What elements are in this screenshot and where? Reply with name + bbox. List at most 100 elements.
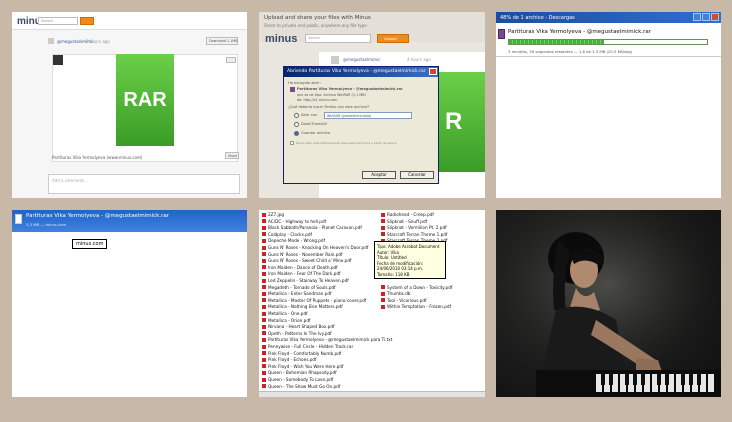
file-list-item[interactable]: Nirvana - Heart Shaped Box.pdf	[262, 324, 334, 329]
file-list-item[interactable]: Queen - Bohemian Rhapsody.pdf	[262, 370, 337, 375]
file-list-item[interactable]: Queen - Somebody To Love.pdf	[262, 377, 333, 382]
file-list-item[interactable]: Starcraft Terran Theme 1.pdf	[381, 232, 447, 237]
prev-arrow-icon[interactable]	[53, 55, 63, 65]
file-list-item[interactable]: Led Zeppelin - Stairway To Heaven.pdf	[262, 278, 349, 283]
pdf-file-icon	[262, 384, 266, 389]
save-file-radio[interactable]	[294, 131, 299, 136]
file-list-item[interactable]: Metallica - Nothing Else Matters.pdf	[262, 304, 343, 309]
file-list-item[interactable]: Iron Maiden - Fear Of The Dark.pdf	[262, 271, 340, 276]
pdf-file-icon	[262, 271, 266, 276]
downloaded-item[interactable]: Partituras Vika Yermolyeva - @megustaelm…	[12, 210, 247, 232]
pdf-file-icon	[262, 304, 266, 309]
pdf-file-icon	[262, 331, 266, 336]
comment-input[interactable]: Add a comment...	[48, 174, 240, 194]
file-list-item-label: Radiohead - Creep.pdf	[387, 212, 434, 217]
file-list-item[interactable]: Tool - Vicarious.pdf	[381, 298, 427, 303]
file-list-item[interactable]: Partituras Vika Yermolyeva - @megustaelm…	[262, 337, 392, 342]
pdf-file-icon	[262, 219, 266, 224]
download-button[interactable]: Download 1.1MB	[206, 37, 238, 45]
timestamp: 4 hours ago	[407, 57, 431, 62]
accept-button[interactable]: Aceptar	[362, 171, 396, 179]
open-with-radio[interactable]	[294, 113, 299, 118]
file-list-item[interactable]: Black Sabbath/Paranoia - Planet Caravan.…	[262, 225, 362, 230]
download-status: 3 minutos, 50 segundos restantes — 1,6 d…	[508, 49, 633, 54]
file-list-item[interactable]: Opeth - Patterns In The Ivy.pdf	[262, 331, 332, 336]
file-list-item[interactable]: Guns N' Roses - Sweet Child o' Mine.pdf	[262, 258, 351, 263]
cancel-button[interactable]: Cancelar	[400, 171, 434, 179]
file-list-item[interactable]: Metallica - One.pdf	[262, 311, 308, 316]
download-complete-window: Partituras Vika Yermolyeva - @megustaelm…	[12, 210, 247, 397]
file-list-item[interactable]: Coldplay - Clocks.pdf	[262, 232, 312, 237]
close-icon[interactable]	[711, 13, 719, 21]
file-list-item-label: Guns N' Roses - November Rain.pdf	[268, 251, 343, 257]
file-list-item-label: Tool - Vicarious.pdf	[387, 297, 427, 303]
file-list-item[interactable]: AC/DC - Highway to hell.pdf	[262, 219, 326, 224]
search-input[interactable]: Search	[305, 34, 371, 43]
file-list-item-label: Opeth - Patterns In The Ivy.pdf	[268, 330, 332, 336]
username[interactable]: @megustaelmimic	[343, 57, 380, 62]
file-list-item[interactable]: 2Z7.jpg	[262, 212, 284, 217]
file-list-item[interactable]: Metallica - Orion.pdf	[262, 318, 310, 323]
file-open-dialog: Abriendo Partituras Vika Yermolyeva - @m…	[283, 66, 439, 184]
file-list-item[interactable]: Depeche Mode - Wrong.pdf	[262, 238, 325, 243]
remember-checkbox[interactable]	[290, 141, 294, 145]
file-list-item[interactable]: Pink Floyd - Echoes.pdf	[262, 357, 317, 362]
file-name[interactable]: Partituras Vika Yermolyeva (www.minus.co…	[52, 155, 142, 160]
upload-button[interactable]: Upload	[377, 34, 409, 43]
file-list-item-label: Pink Floyd - Comfortably Numb.pdf	[268, 350, 342, 356]
file-list-item[interactable]: Pennywise - Full Circle - Hidden Track.r…	[262, 344, 353, 349]
file-list-item-label: Guns N' Roses - Sweet Child o' Mine.pdf	[268, 258, 352, 264]
downloads-window: 48% de 1 archivo - Descargas Partituras …	[496, 12, 721, 198]
rar-file-icon[interactable]: RAR	[116, 54, 174, 146]
file-list-item[interactable]: Pink Floyd - Wish You Were Here.pdf	[262, 364, 343, 369]
file-list-item[interactable]: Megadeth - Tornado of Souls.pdf	[262, 285, 336, 290]
file-list-item-label: Metallica - Orion.pdf	[268, 317, 311, 323]
file-list-item[interactable]: Radiohead - Creep.pdf	[381, 212, 434, 217]
file-info-tooltip: Tipo: Adobe Acrobat Document Autor: Vika…	[374, 241, 446, 279]
minus-logo[interactable]: minus	[265, 33, 297, 45]
file-list-item[interactable]: Guns N' Roses - Knocking On Heaven's Doo…	[262, 245, 368, 250]
file-list-item-label: Coldplay - Clocks.pdf	[268, 231, 313, 237]
pdf-file-icon	[381, 232, 385, 237]
file-list-item-label: Queen - Bohemian Rhapsody.pdf	[268, 370, 337, 376]
file-list-item-label: Thumbs.db	[387, 291, 411, 297]
file-list-item-label: Pink Floyd - Wish You Were Here.pdf	[268, 363, 344, 369]
downloads-title-bar: 48% de 1 archivo - Descargas	[496, 12, 721, 23]
pdf-file-icon	[381, 285, 385, 290]
horizontal-scrollbar[interactable]	[259, 391, 485, 397]
file-list-item[interactable]: Queen - The Show Must Go On.pdf	[262, 384, 340, 389]
downthemall-radio[interactable]	[294, 122, 299, 127]
file-list-item-label: Queen - Somebody To Love.pdf	[268, 377, 334, 382]
maximize-icon[interactable]	[702, 13, 710, 21]
file-list-item-label: Queen - The Show Must Go On.pdf	[268, 383, 341, 389]
file-list-item[interactable]: System of a Down - Toxicity.pdf	[381, 285, 452, 290]
download-file-name: Partituras Vika Yermolyeva - @megustaelm…	[508, 29, 651, 35]
file-list-item-label: Megadeth - Tornado of Souls.pdf	[268, 284, 336, 290]
file-list-item[interactable]: Pink Floyd - Comfortably Numb.pdf	[262, 351, 341, 356]
options-button[interactable]	[226, 57, 236, 63]
file-list-item[interactable]: Slipknot - Vermilion Pt. 2.pdf	[381, 225, 447, 230]
pdf-file-icon	[381, 212, 385, 217]
file-list-item-label: Metallica - Nothing Else Matters.pdf	[268, 304, 343, 310]
rar-icon	[15, 214, 22, 224]
file-list-item[interactable]: Slipknot - Snuff.pdf	[381, 219, 427, 224]
file-list-item[interactable]: Metallica - Enter Sandman.pdf	[262, 291, 331, 296]
file-list-item[interactable]: Iron Maiden - Dance of Death.pdf	[262, 265, 338, 270]
minimize-icon[interactable]	[693, 13, 701, 21]
upload-button[interactable]	[80, 17, 94, 25]
open-with-select[interactable]: WinRAR (predeterminada)	[324, 112, 412, 119]
pianist-illustration	[496, 210, 721, 397]
search-input[interactable]: Search	[38, 17, 78, 25]
file-list-item[interactable]: Metallica - Master Of Puppets - piano-co…	[262, 298, 366, 303]
file-list-item[interactable]: Thumbs.db	[381, 291, 410, 296]
pdf-file-icon	[262, 225, 266, 230]
download-progress-bar	[508, 39, 708, 45]
file-list-item-label: Iron Maiden - Fear Of The Dark.pdf	[268, 271, 341, 277]
pdf-file-icon	[262, 278, 266, 283]
close-icon[interactable]	[429, 68, 437, 75]
file-list-item[interactable]: Within Temptation - Frozen.pdf	[381, 304, 451, 309]
pdf-file-icon	[262, 298, 266, 303]
share-button[interactable]: Share	[225, 152, 239, 159]
file-list-item[interactable]: Guns N' Roses - November Rain.pdf	[262, 252, 343, 257]
download-progress-fill	[509, 40, 605, 44]
